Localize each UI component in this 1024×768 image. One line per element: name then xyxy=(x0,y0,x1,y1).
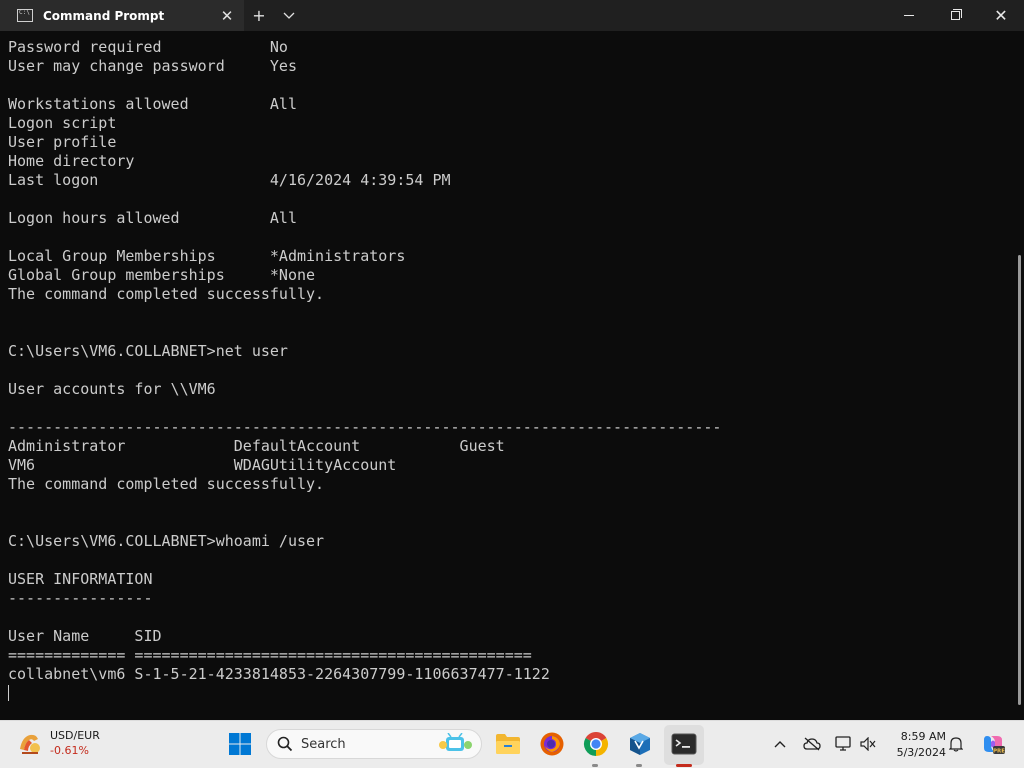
minimize-button[interactable] xyxy=(886,0,932,31)
windows-logo-icon xyxy=(229,733,251,755)
network-button[interactable] xyxy=(834,733,854,755)
file-explorer-button[interactable] xyxy=(494,730,522,758)
close-window-button[interactable]: ✕ xyxy=(978,0,1024,31)
show-hidden-icons-button[interactable] xyxy=(770,733,790,755)
tab-title: Command Prompt xyxy=(43,8,165,23)
console-line: Password required No xyxy=(8,38,288,56)
maximize-button[interactable] xyxy=(932,0,978,31)
terminal-icon xyxy=(671,733,697,755)
command-prompt-window: Command Prompt ✕ + ✕ Password required N… xyxy=(0,0,1024,720)
console-line: Administrator DefaultAccount Guest xyxy=(8,437,505,455)
console-line: C:\Users\VM6.COLLABNET>whoami /user xyxy=(8,532,325,550)
cmd-icon xyxy=(17,9,33,22)
console-output[interactable]: Password required No User may change pass… xyxy=(8,38,1008,703)
search-label: Search xyxy=(301,736,346,752)
chrome-icon xyxy=(584,732,608,756)
title-bar: Command Prompt ✕ + ✕ xyxy=(0,0,1024,31)
console-line: Global Group memberships *None xyxy=(8,266,316,284)
notifications-button[interactable] xyxy=(946,733,966,755)
network-icon xyxy=(835,736,851,751)
console-line: User Name SID xyxy=(8,627,162,645)
virtualbox-running-indicator xyxy=(636,764,642,767)
clock-time: 8:59 AM xyxy=(900,730,946,743)
virtualbox-icon xyxy=(630,733,650,755)
chevron-up-icon xyxy=(774,741,786,748)
console-line: Home directory xyxy=(8,152,135,170)
console-line: User may change password Yes xyxy=(8,57,297,75)
restore-icon xyxy=(950,9,962,20)
cloud-offline-icon xyxy=(803,737,821,751)
console-line: VM6 WDAGUtilityAccount xyxy=(8,456,397,474)
console-line: C:\Users\VM6.COLLABNET>net user xyxy=(8,342,288,360)
widgets-button[interactable]: USD/EUR -0.61% xyxy=(16,728,100,758)
console-line: User accounts for \\VM6 xyxy=(8,380,216,398)
console-line: User profile xyxy=(8,133,117,151)
terminal-active-indicator xyxy=(676,764,692,767)
chrome-button[interactable] xyxy=(582,730,610,758)
minimize-icon xyxy=(904,15,914,16)
copilot-button[interactable]: PRE xyxy=(980,733,1006,755)
clock-date: 5/3/2024 xyxy=(896,746,946,759)
console-line: collabnet\vm6 S-1-5-21-4233814853-226430… xyxy=(8,665,550,683)
virtualbox-button[interactable] xyxy=(626,730,654,758)
tab-close-icon[interactable]: ✕ xyxy=(212,0,242,31)
console-line: Local Group Memberships *Administrators xyxy=(8,247,406,265)
clock[interactable]: 8:59 AM 5/3/2024 xyxy=(884,729,946,761)
volume-muted-icon xyxy=(860,737,876,751)
search-icon xyxy=(277,736,293,752)
widget-title: USD/EUR xyxy=(50,729,100,742)
console-line: Last logon 4/16/2024 4:39:54 PM xyxy=(8,171,451,189)
bell-icon xyxy=(949,737,963,752)
console-line: Workstations allowed All xyxy=(8,95,297,113)
console-line: ============= ==========================… xyxy=(8,646,532,664)
svg-text:PRE: PRE xyxy=(993,749,1005,755)
firefox-icon xyxy=(540,732,564,756)
tab-dropdown-icon[interactable] xyxy=(274,0,304,31)
console-line: Logon script xyxy=(8,114,117,132)
text-cursor xyxy=(8,685,9,701)
start-button[interactable] xyxy=(226,730,254,758)
currency-chart-icon xyxy=(20,734,40,754)
console-line: The command completed successfully. xyxy=(8,475,325,493)
copilot-icon: PRE xyxy=(984,736,1005,755)
folder-icon xyxy=(496,734,520,754)
console-line: ---------------- xyxy=(8,589,153,607)
taskbar: USD/EUR -0.61% Search 8:59 AM 5/3/2024 P… xyxy=(0,720,1024,768)
scrollbar[interactable] xyxy=(1018,255,1021,705)
firefox-button[interactable] xyxy=(538,730,566,758)
onedrive-button[interactable] xyxy=(802,733,822,755)
console-line: USER INFORMATION xyxy=(8,570,153,588)
chrome-running-indicator xyxy=(592,764,598,767)
console-prompt-line[interactable] xyxy=(8,684,1008,703)
volume-button[interactable] xyxy=(858,733,878,755)
search-highlight-icon xyxy=(439,733,472,751)
terminal-button[interactable] xyxy=(670,730,698,758)
widget-value: -0.61% xyxy=(50,744,89,757)
console-line: Logon hours allowed All xyxy=(8,209,297,227)
search-box[interactable]: Search xyxy=(266,729,482,759)
tab-command-prompt[interactable]: Command Prompt ✕ xyxy=(0,0,244,31)
new-tab-button[interactable]: + xyxy=(244,0,274,31)
console-line: ----------------------------------------… xyxy=(8,418,722,436)
console-line: The command completed successfully. xyxy=(8,285,325,303)
